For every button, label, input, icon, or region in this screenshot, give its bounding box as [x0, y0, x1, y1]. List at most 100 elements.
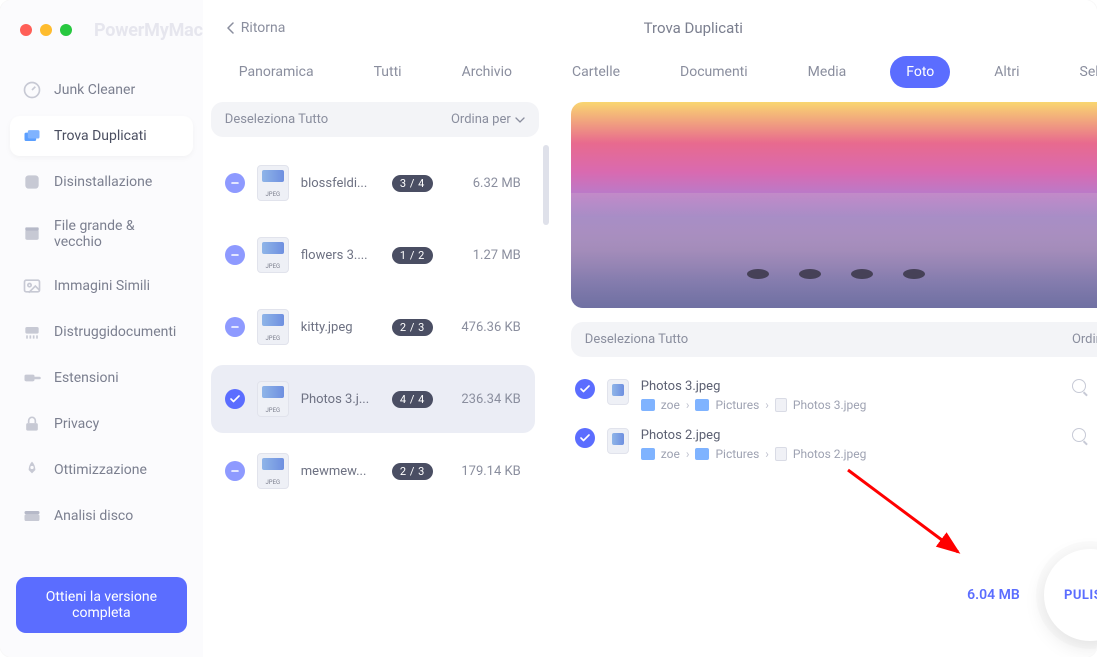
clean-button[interactable]: PULISCI: [1044, 549, 1097, 641]
gauge-icon: [22, 80, 42, 100]
sidebar-item-label: Ottimizzazione: [54, 462, 147, 478]
detail-toolbar: Deseleziona Tutto Ordina per: [571, 322, 1097, 357]
selection-toggle[interactable]: [225, 389, 245, 409]
file-size: 6.32 MB: [445, 176, 521, 191]
reveal-in-finder-icon[interactable]: [1072, 379, 1086, 393]
path-segment: zoe: [661, 447, 680, 461]
minimize-window-button[interactable]: [40, 24, 52, 36]
duplicate-group-row[interactable]: JPEGflowers 3....1 / 21.27 MB: [211, 221, 535, 289]
tab-media[interactable]: Media: [792, 56, 863, 88]
filter-tabs: Panoramica Tutti Archivio Cartelle Docum…: [203, 56, 1097, 102]
sidebar-item-distruggidocumenti[interactable]: Distruggidocumenti: [10, 312, 193, 352]
path-segment: Photos 3.jpeg: [793, 398, 866, 412]
duplicate-file-row[interactable]: Photos 2.jpeg zoe › Pictures › Photos 2.…: [571, 420, 1097, 469]
sidebar-item-label: Analisi disco: [54, 508, 133, 524]
jpeg-file-icon: JPEG: [257, 237, 289, 273]
sidebar-item-label: Estensioni: [54, 370, 119, 386]
deselect-all-detail-button[interactable]: Deseleziona Tutto: [585, 332, 688, 347]
sidebar-item-label: Privacy: [54, 416, 99, 432]
file-name: mewmew...: [301, 464, 380, 479]
folders-icon: [22, 126, 42, 146]
preview-pane: Deseleziona Tutto Ordina per Photos 3.jp…: [551, 102, 1097, 657]
chevron-right-icon: ›: [686, 398, 690, 412]
folder-icon: [695, 399, 709, 411]
main-content: Ritorna Trova Duplicati ? Panoramica Tut…: [203, 0, 1097, 657]
sidebar-item-analisi-disco[interactable]: Analisi disco: [10, 496, 193, 536]
list-toolbar: Deseleziona Tutto Ordina per: [211, 102, 539, 137]
duplicate-group-row[interactable]: JPEGmewmew...2 / 3179.14 KB: [211, 437, 535, 505]
sidebar-item-ottimizzazione[interactable]: Ottimizzazione: [10, 450, 193, 490]
image-icon: [22, 276, 42, 296]
selection-toggle[interactable]: [225, 173, 245, 193]
fullscreen-window-button[interactable]: [60, 24, 72, 36]
deselect-all-button[interactable]: Deseleziona Tutto: [225, 112, 328, 127]
selection-toggle[interactable]: [225, 461, 245, 481]
duplicate-count-badge: 4 / 4: [392, 391, 433, 408]
tab-panoramica[interactable]: Panoramica: [223, 56, 330, 88]
app-icon: [22, 172, 42, 192]
path-segment: Pictures: [715, 398, 759, 412]
duplicate-group-row[interactable]: JPEG Photos 3.j... 4 / 4 236.34 KB: [211, 365, 535, 433]
selection-toggle[interactable]: [575, 428, 595, 448]
close-window-button[interactable]: [20, 24, 32, 36]
content-area: Deseleziona Tutto Ordina per JPEG blossfe…: [203, 102, 1097, 657]
sort-detail-label: Ordina per: [1072, 332, 1097, 347]
jpeg-file-icon: [607, 379, 629, 405]
duplicate-count-badge: 2 / 3: [392, 319, 433, 336]
sidebar-item-label: Disinstallazione: [54, 174, 152, 190]
jpeg-file-icon: JPEG: [257, 309, 289, 345]
file-name: Photos 3.jpeg: [641, 379, 1054, 394]
jpeg-file-icon: JPEG: [257, 453, 289, 489]
sidebar-item-trova-duplicati[interactable]: Trova Duplicati: [10, 116, 193, 156]
selection-toggle[interactable]: [225, 317, 245, 337]
tab-altri[interactable]: Altri: [978, 56, 1035, 88]
reveal-in-finder-icon[interactable]: [1072, 428, 1086, 442]
back-button[interactable]: Ritorna: [227, 20, 286, 36]
file-name: Photos 3.j...: [301, 392, 380, 407]
jpeg-file-icon: JPEG: [257, 381, 289, 417]
total-size: 6.04 MB: [967, 587, 1020, 603]
sidebar-item-disinstallazione[interactable]: Disinstallazione: [10, 162, 193, 202]
image-preview: [571, 102, 1097, 308]
jpeg-file-icon: JPEG: [257, 165, 289, 201]
tab-selezionati[interactable]: Selezionati: [1064, 56, 1097, 88]
file-info: Photos 2.jpeg zoe › Pictures › Photos 2.…: [641, 428, 1054, 461]
get-full-version-button[interactable]: Ottieni la versione completa: [16, 577, 187, 633]
topbar: Ritorna Trova Duplicati ?: [203, 0, 1097, 56]
sort-detail-button[interactable]: Ordina per: [1072, 332, 1097, 347]
sidebar-item-junk-cleaner[interactable]: Junk Cleaner: [10, 70, 193, 110]
scrollbar[interactable]: [543, 145, 549, 225]
tab-archivio[interactable]: Archivio: [446, 56, 528, 88]
path-segment: Pictures: [715, 447, 759, 461]
duplicate-groups-pane: Deseleziona Tutto Ordina per JPEG blossfe…: [207, 102, 551, 657]
tab-foto[interactable]: Foto: [890, 56, 950, 88]
file-name: kitty.jpeg: [301, 320, 380, 335]
sidebar-item-privacy[interactable]: Privacy: [10, 404, 193, 444]
sidebar-item-estensioni[interactable]: Estensioni: [10, 358, 193, 398]
path-segment: zoe: [661, 398, 680, 412]
duplicate-group-row[interactable]: JPEGkitty.jpeg2 / 3476.36 KB: [211, 293, 535, 361]
duplicate-groups-list[interactable]: JPEG blossfeldi... 3 / 4 6.32 MB JPEGflowers…: [207, 145, 551, 657]
extension-icon: [22, 368, 42, 388]
tab-cartelle[interactable]: Cartelle: [556, 56, 636, 88]
duplicate-group-row[interactable]: JPEG blossfeldi... 3 / 4 6.32 MB: [211, 149, 535, 217]
selection-toggle[interactable]: [575, 379, 595, 399]
tab-documenti[interactable]: Documenti: [664, 56, 764, 88]
file-size: 236.34 KB: [445, 392, 521, 407]
folder-icon: [641, 399, 655, 411]
sidebar-item-file-grande[interactable]: File grande & vecchio: [10, 208, 193, 260]
sort-button[interactable]: Ordina per: [451, 112, 525, 127]
tab-tutti[interactable]: Tutti: [358, 56, 418, 88]
file-icon: [775, 447, 787, 461]
window-controls: PowerMyMac: [0, 14, 203, 46]
file-info: Photos 3.jpeg zoe › Pictures › Photos 3.…: [641, 379, 1054, 412]
chevron-right-icon: ›: [765, 447, 769, 461]
file-name: blossfeldi...: [301, 176, 380, 191]
page-title: Trova Duplicati: [644, 19, 743, 37]
sidebar: PowerMyMac Junk Cleaner Trova Duplicati …: [0, 0, 203, 657]
duplicate-count-badge: 2 / 3: [392, 463, 433, 480]
selection-toggle[interactable]: [225, 245, 245, 265]
duplicate-file-row[interactable]: Photos 3.jpeg zoe › Pictures › Photos 3.…: [571, 371, 1097, 420]
duplicate-count-badge: 3 / 4: [392, 175, 433, 192]
sidebar-item-immagini-simili[interactable]: Immagini Simili: [10, 266, 193, 306]
